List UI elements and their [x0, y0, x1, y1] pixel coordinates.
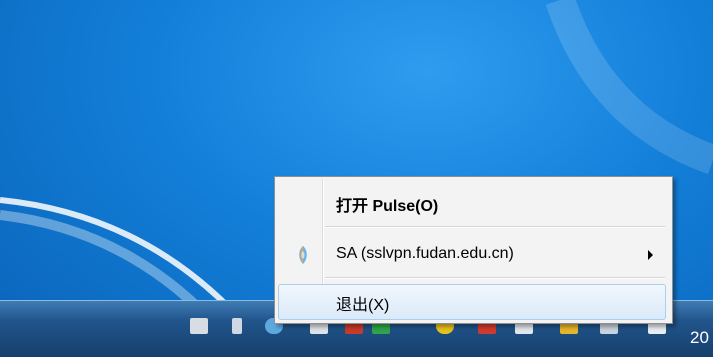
menu-separator	[325, 277, 665, 279]
pulse-connection-icon	[299, 246, 307, 264]
menu-item-label: 退出(X)	[336, 297, 390, 314]
menu-item-label: SA (sslvpn.fudan.edu.cn)	[336, 245, 514, 262]
submenu-arrow-icon	[648, 250, 653, 260]
menu-separator	[325, 226, 665, 228]
menu-item-label: 打开 Pulse(O)	[336, 198, 439, 215]
keyboard-icon[interactable]	[190, 318, 208, 334]
tray-context-menu: 打开 Pulse(O) SA (sslvpn.fudan.edu.cn) 退出(…	[274, 176, 673, 324]
menu-item-exit[interactable]: 退出(X)	[278, 284, 666, 320]
clock-partial[interactable]: 20	[690, 328, 709, 348]
menu-item-open-pulse[interactable]: 打开 Pulse(O)	[278, 185, 668, 219]
network-expand-icon[interactable]	[232, 318, 242, 334]
menu-item-sa-connection[interactable]: SA (sslvpn.fudan.edu.cn)	[278, 238, 668, 272]
